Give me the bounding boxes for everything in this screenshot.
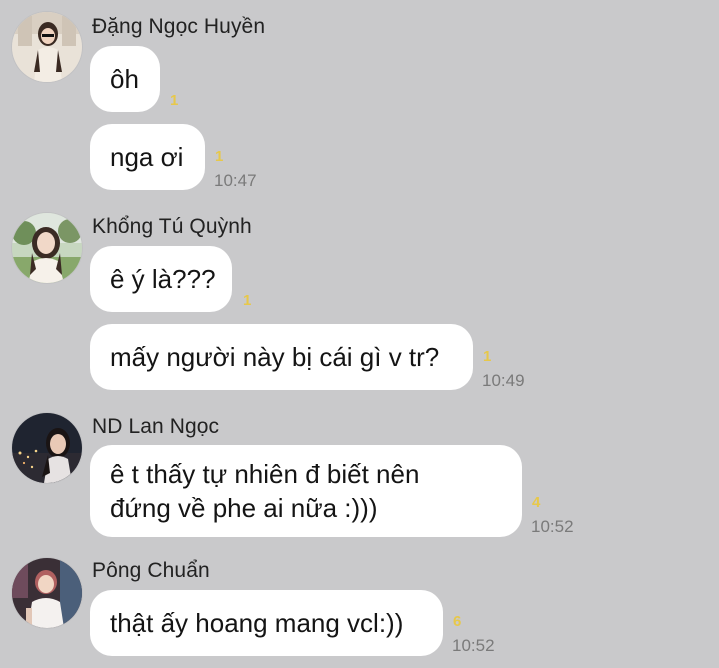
message-bubble[interactable]: mấy người này bị cái gì v tr? [90,324,473,390]
message-timestamp: 10:49 [482,371,525,390]
read-count: 4 [532,494,541,511]
read-count: 1 [215,148,224,165]
sender-name: Pông Chuẩn [92,559,210,582]
avatar[interactable] [12,12,82,82]
avatar[interactable] [12,213,82,283]
message-bubble[interactable]: ôh [90,46,160,112]
sender-name: Khổng Tú Quỳnh [92,215,252,238]
user-avatar-icon [12,413,82,483]
message-timestamp: 10:47 [214,171,257,190]
read-count: 6 [453,613,462,630]
sender-name: ND Lan Ngọc [92,415,220,438]
message-bubble[interactable]: ê ý là??? [90,246,232,312]
message-line: ê t thấy tự nhiên đ biết nên [110,459,420,489]
avatar[interactable] [12,413,82,483]
message-timestamp: 10:52 [452,636,495,655]
read-count: 1 [483,348,492,365]
sender-name: Đặng Ngọc Huyền [92,15,266,38]
chat-message-list[interactable]: Đặng Ngọc Huyền ôh 1 nga ơi 1 10:47 Khổn… [0,0,719,668]
user-avatar-icon [12,558,82,628]
message-bubble[interactable]: thật ấy hoang mang vcl:)) [90,590,443,656]
user-avatar-icon [12,12,82,82]
message-bubble[interactable]: ê t thấy tự nhiên đ biết nên đứng về phe… [90,445,522,537]
user-avatar-icon [12,213,82,283]
read-count: 1 [243,292,252,309]
read-count: 1 [170,92,179,109]
message-timestamp: 10:52 [531,517,574,536]
message-bubble[interactable]: nga ơi [90,124,205,190]
message-line: đứng về phe ai nữa :))) [110,493,378,523]
avatar[interactable] [12,558,82,628]
